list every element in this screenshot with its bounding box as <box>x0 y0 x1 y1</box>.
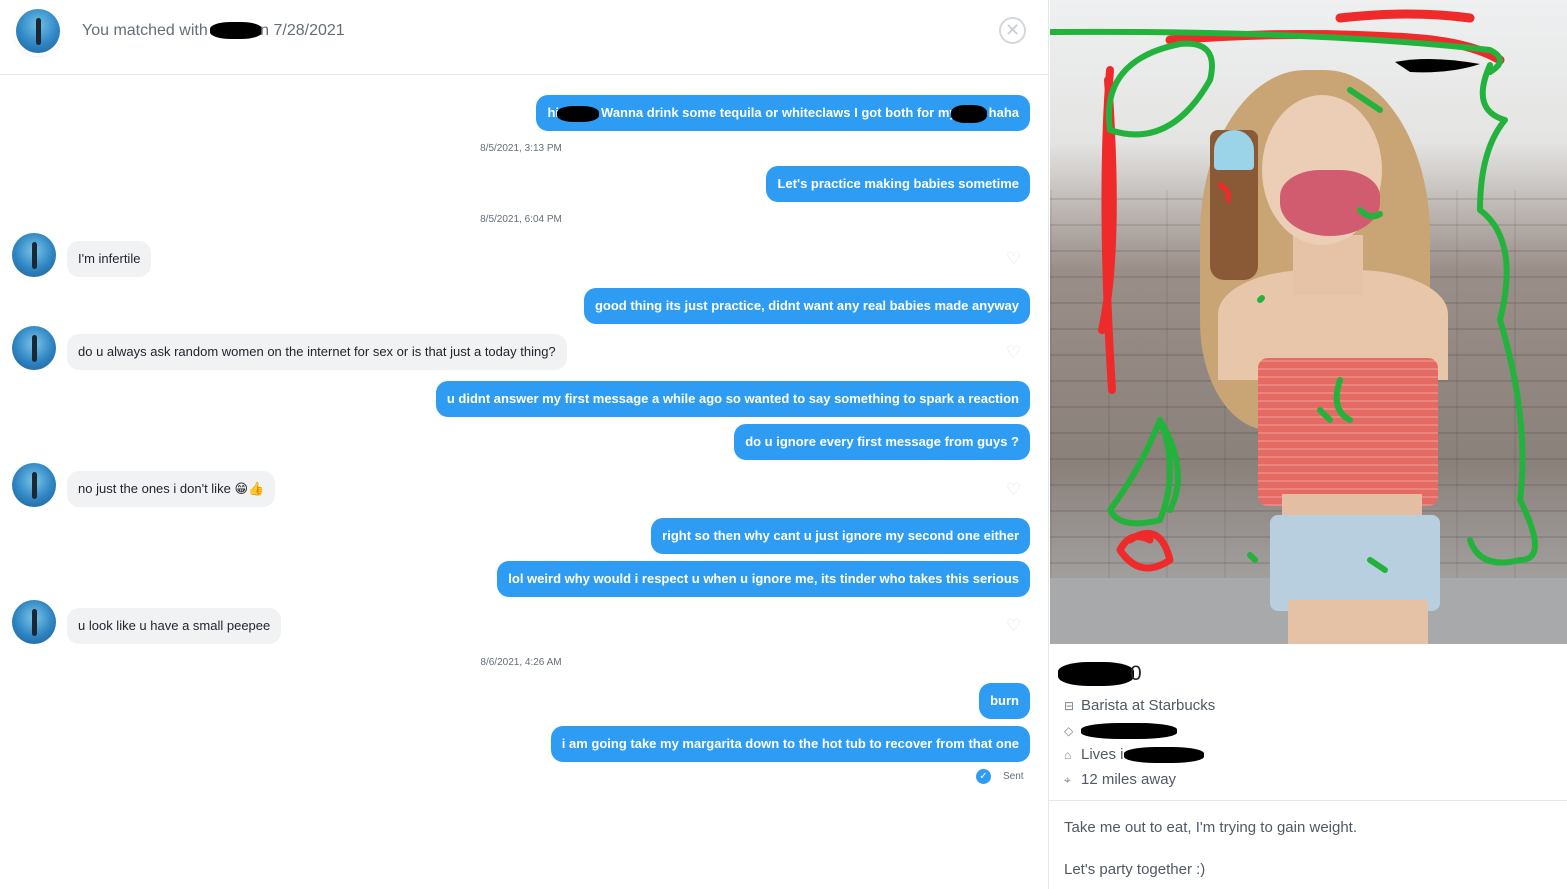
chat-header: You matched with n 7/28/2021 ✕ <box>0 0 1048 75</box>
divider <box>1049 800 1567 801</box>
message-outgoing[interactable]: Let's practice making babies sometime <box>766 166 1030 202</box>
match-info: You matched with n 7/28/2021 <box>82 22 345 40</box>
message-incoming[interactable]: no just the ones i don't like 😁👍 <box>67 471 276 507</box>
match-prefix: You matched with <box>82 22 208 39</box>
message-outgoing[interactable]: burn <box>979 683 1030 719</box>
chat-panel: You matched with n 7/28/2021 ✕ hi Wanna d… <box>0 0 1048 889</box>
message-outgoing[interactable]: u didnt answer my first message a while … <box>435 381 1030 417</box>
check-icon: ✓ <box>976 769 991 784</box>
profile-job: ⊟ Barista at Starbucks <box>1064 697 1216 714</box>
profile-name-age: 0 <box>1058 662 1142 687</box>
message-outgoing[interactable]: hi Wanna drink some tequila or whiteclaws… <box>536 95 1030 131</box>
redacted-text <box>950 104 987 123</box>
heart-icon[interactable]: ♡ <box>1006 250 1024 268</box>
redacted-text <box>557 105 600 122</box>
message-outgoing[interactable]: lol weird why would i respect u when u i… <box>497 561 1030 597</box>
heart-icon[interactable]: ♡ <box>1006 481 1024 499</box>
home-icon: ⌂ <box>1064 748 1072 762</box>
redacted-name <box>210 22 263 40</box>
message-outgoing[interactable]: right so then why cant u just ignore my … <box>651 518 1030 554</box>
timestamp: 8/6/2021, 4:26 AM <box>480 657 562 668</box>
timestamp: 8/5/2021, 3:13 PM <box>480 143 562 154</box>
heart-icon[interactable]: ♡ <box>1006 617 1024 635</box>
profile-lives: ⌂ Lives i <box>1064 746 1204 764</box>
profile-school: ◇ <box>1064 722 1177 740</box>
message-outgoing[interactable]: good thing its just practice, didnt want… <box>583 288 1030 324</box>
match-avatar[interactable] <box>12 600 56 644</box>
graduation-cap-icon: ◇ <box>1064 724 1074 738</box>
message-outgoing[interactable]: do u ignore every first message from guy… <box>734 424 1030 460</box>
match-avatar[interactable] <box>12 233 56 277</box>
message-incoming[interactable]: u look like u have a small peepee <box>67 608 282 644</box>
location-pin-icon: ⌖ <box>1064 773 1071 787</box>
message-incoming[interactable]: I'm infertile <box>67 241 152 277</box>
match-avatar[interactable] <box>12 326 56 370</box>
profile-bio: Take me out to eat, I'm trying to gain w… <box>1064 819 1358 878</box>
match-avatar[interactable] <box>16 9 60 53</box>
message-outgoing[interactable]: i am going take my margarita down to the… <box>550 726 1030 762</box>
close-icon[interactable]: ✕ <box>999 17 1026 44</box>
profile-distance: ⌖ 12 miles away <box>1064 771 1177 788</box>
sent-status: ✓ Sent <box>976 769 1024 784</box>
scribble-drawing <box>1050 9 1538 573</box>
redacted-name <box>1058 662 1134 687</box>
match-date: n 7/28/2021 <box>260 22 345 39</box>
emoji: 😁👍 <box>234 481 265 496</box>
redacted-text <box>1081 723 1177 740</box>
redacted-text <box>1123 747 1204 764</box>
briefcase-icon: ⊟ <box>1064 699 1075 713</box>
heart-icon[interactable]: ♡ <box>1006 344 1024 362</box>
message-incoming[interactable]: do u always ask random women on the inte… <box>67 334 567 370</box>
timestamp: 8/5/2021, 6:04 PM <box>480 214 562 225</box>
profile-photo[interactable] <box>1050 0 1567 644</box>
match-avatar[interactable] <box>12 463 56 507</box>
